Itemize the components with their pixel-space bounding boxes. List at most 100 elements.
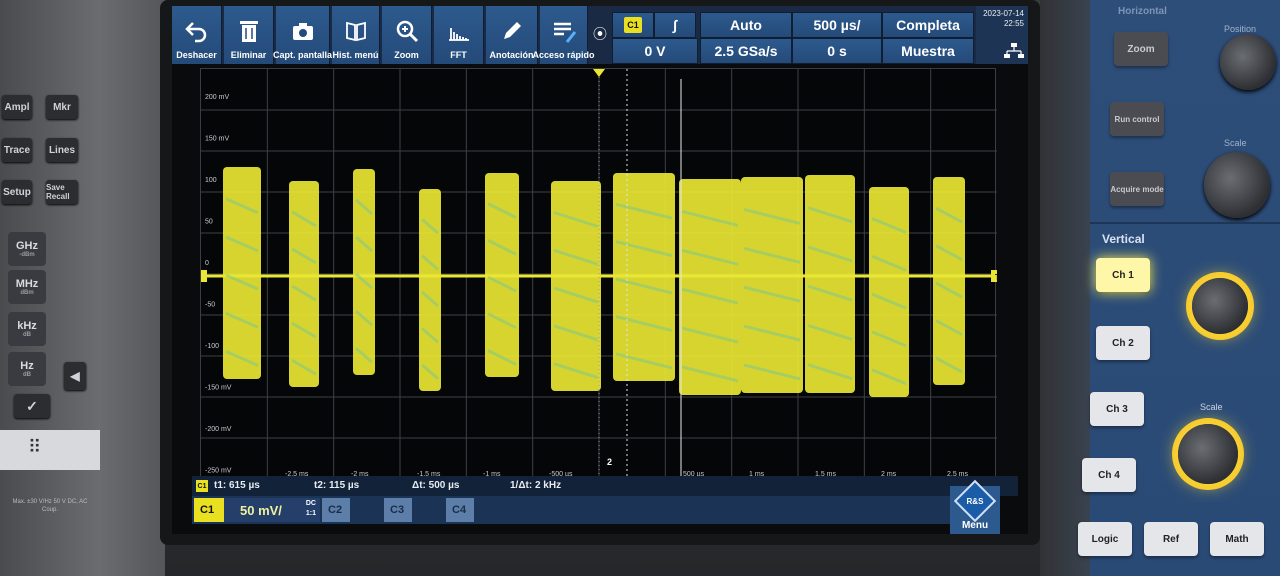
channel-4-chip[interactable]: C4 <box>446 498 474 522</box>
zoom-icon <box>396 20 418 43</box>
checkmark-icon[interactable]: ✓ <box>14 394 50 418</box>
cursor-delta-t: Δt: 500 µs <box>412 480 460 491</box>
zoom-button[interactable]: Zoom <box>382 6 432 64</box>
y-tick-label: 50 <box>205 219 213 226</box>
hz-label: Hz <box>20 360 34 372</box>
horizontal-position-knob[interactable] <box>1220 34 1276 90</box>
save-recall-button[interactable]: Save Recall <box>46 180 78 204</box>
keypad-icon[interactable]: ⠿ <box>28 437 43 458</box>
channel-1-scale-value: 50 mV/ <box>240 502 282 518</box>
trigger-marker-top <box>593 69 605 77</box>
undo-button[interactable]: Deshacer <box>172 6 222 64</box>
book-icon <box>345 21 366 42</box>
position-label: Position <box>1224 24 1257 34</box>
date-text: 2023-07-14 <box>983 9 1024 18</box>
trace-button[interactable]: Trace <box>2 138 32 162</box>
trigger-slope-cell[interactable]: ∫ <box>654 12 696 38</box>
channel-1-chip[interactable]: C1 <box>194 498 224 522</box>
y-tick-label: -100 <box>205 343 219 350</box>
sample-rate-cell[interactable]: 2.5 GSa/s <box>700 38 792 64</box>
y-tick-label: 100 <box>205 177 217 184</box>
setup-button[interactable]: Setup <box>2 180 32 204</box>
screenshot-label: Capt. pantalla <box>273 50 333 60</box>
math-button[interactable]: Math <box>1210 522 1264 556</box>
fft-button[interactable]: FFT <box>434 6 484 64</box>
delete-label: Eliminar <box>230 50 267 60</box>
y-tick-label: -150 mV <box>205 385 232 392</box>
ghz-sub: -dBm <box>19 252 35 258</box>
undo-label: Deshacer <box>176 50 217 60</box>
coupling-bottom: 1:1 <box>305 510 316 517</box>
horizontal-scale-label: Scale <box>1224 138 1247 148</box>
khz-button[interactable]: kHz dB <box>8 312 46 346</box>
trigger-slope-icon: ∫ <box>673 17 677 33</box>
y-tick-label: 150 mV <box>205 136 229 143</box>
y-tick-label: -50 <box>205 302 215 309</box>
ref-button[interactable]: Ref <box>1144 522 1198 556</box>
y-tick-label: -250 mV <box>205 468 232 475</box>
run-control-button[interactable]: Run control <box>1110 102 1164 136</box>
timebase-cell[interactable]: 500 µs/ <box>792 12 882 38</box>
channel-3-chip[interactable]: C3 <box>384 498 412 522</box>
trigger-mode-cell[interactable]: Auto <box>700 12 792 38</box>
rs-logo-icon: R&S <box>953 479 997 523</box>
waveform-plot[interactable]: 200 mV 150 mV 100 50 0 -50 -100 -150 mV -200 mV -… <box>200 68 997 479</box>
ghz-button[interactable]: GHz -dBm <box>8 232 46 266</box>
logic-button[interactable]: Logic <box>1078 522 1132 556</box>
menu-button[interactable]: R&S Menu <box>950 479 1000 534</box>
cursor-t2: t2: 115 µs <box>314 480 360 491</box>
coupling-top: DC <box>305 500 316 507</box>
lines-button[interactable]: Lines <box>46 138 78 162</box>
khz-label: kHz <box>17 320 37 332</box>
ampl-button[interactable]: Ampl <box>2 95 32 119</box>
channel-1-marker <box>201 270 207 282</box>
time-offset-cell[interactable]: 0 s <box>792 38 882 64</box>
mhz-button[interactable]: MHz dBm <box>8 270 46 304</box>
acquire-mode-button[interactable]: Acquire mode <box>1110 172 1164 206</box>
mkr-button[interactable]: Mkr <box>46 95 78 119</box>
annotation-button[interactable]: Anotación <box>486 6 538 64</box>
photo-scene: Ampl Mkr Trace Lines Setup Save Recall G… <box>0 0 1280 576</box>
ch3-button[interactable]: Ch 3 <box>1090 392 1144 426</box>
horizontal-title: Horizontal <box>1118 6 1167 17</box>
fft-label: FFT <box>450 50 467 60</box>
khz-sub: dB <box>23 332 31 338</box>
mhz-label: MHz <box>15 278 39 290</box>
vertical-scale-label: Scale <box>1200 402 1223 412</box>
history-menu-button[interactable]: Hist. menú <box>332 6 380 64</box>
zoom-label: Zoom <box>394 50 419 60</box>
vertical-scale-knob[interactable] <box>1178 424 1238 484</box>
mhz-sub: dBm <box>20 290 34 296</box>
channel-1-scale[interactable]: 50 mV/ DC 1:1 <box>224 498 320 522</box>
vertical-position-knob[interactable] <box>1192 278 1248 334</box>
left-arrow-icon[interactable]: ◀ <box>64 362 86 390</box>
network-icon <box>1004 43 1024 58</box>
trigger-source-cell[interactable]: C1 <box>612 12 654 38</box>
keypad-plate <box>0 430 100 470</box>
ghz-label: GHz <box>16 240 38 252</box>
quick-access-button[interactable]: Acceso rápido <box>532 6 595 64</box>
signal-burst <box>613 173 675 381</box>
rs-logo-text: R&S <box>966 496 984 506</box>
horizontal-scale-knob[interactable] <box>1204 152 1270 218</box>
more-options-icon[interactable]: ⦿ <box>590 24 610 44</box>
cursor-2-label: 2 <box>607 457 612 467</box>
channel-bar: C1 50 mV/ DC 1:1 C2 C3 C4 <box>192 496 950 524</box>
time-text: 22:55 <box>1003 19 1024 28</box>
screenshot-button[interactable]: Capt. pantalla <box>273 6 333 64</box>
cursor-channel-tag: C1 <box>196 480 208 492</box>
trigger-level-marker-label: TL <box>995 273 997 282</box>
ch4-button[interactable]: Ch 4 <box>1082 458 1136 492</box>
trash-icon <box>239 21 258 42</box>
delete-button[interactable]: Eliminar <box>224 6 274 64</box>
hz-button[interactable]: Hz dB <box>8 352 46 386</box>
trigger-level-cell[interactable]: 0 V <box>612 38 698 64</box>
panel-divider <box>1090 222 1280 224</box>
cursor-measurement-bar: C1 t1: 615 µs t2: 115 µs Δt: 500 µs 1/Δt… <box>192 476 1018 496</box>
channel-2-chip[interactable]: C2 <box>322 498 350 522</box>
zoom-hw-button[interactable]: Zoom <box>1114 32 1168 66</box>
ch1-button[interactable]: Ch 1 <box>1096 258 1150 292</box>
acquisition-type-cell[interactable]: Muestra <box>882 38 974 64</box>
acquisition-mode-cell[interactable]: Completa <box>882 12 974 38</box>
ch2-button[interactable]: Ch 2 <box>1096 326 1150 360</box>
